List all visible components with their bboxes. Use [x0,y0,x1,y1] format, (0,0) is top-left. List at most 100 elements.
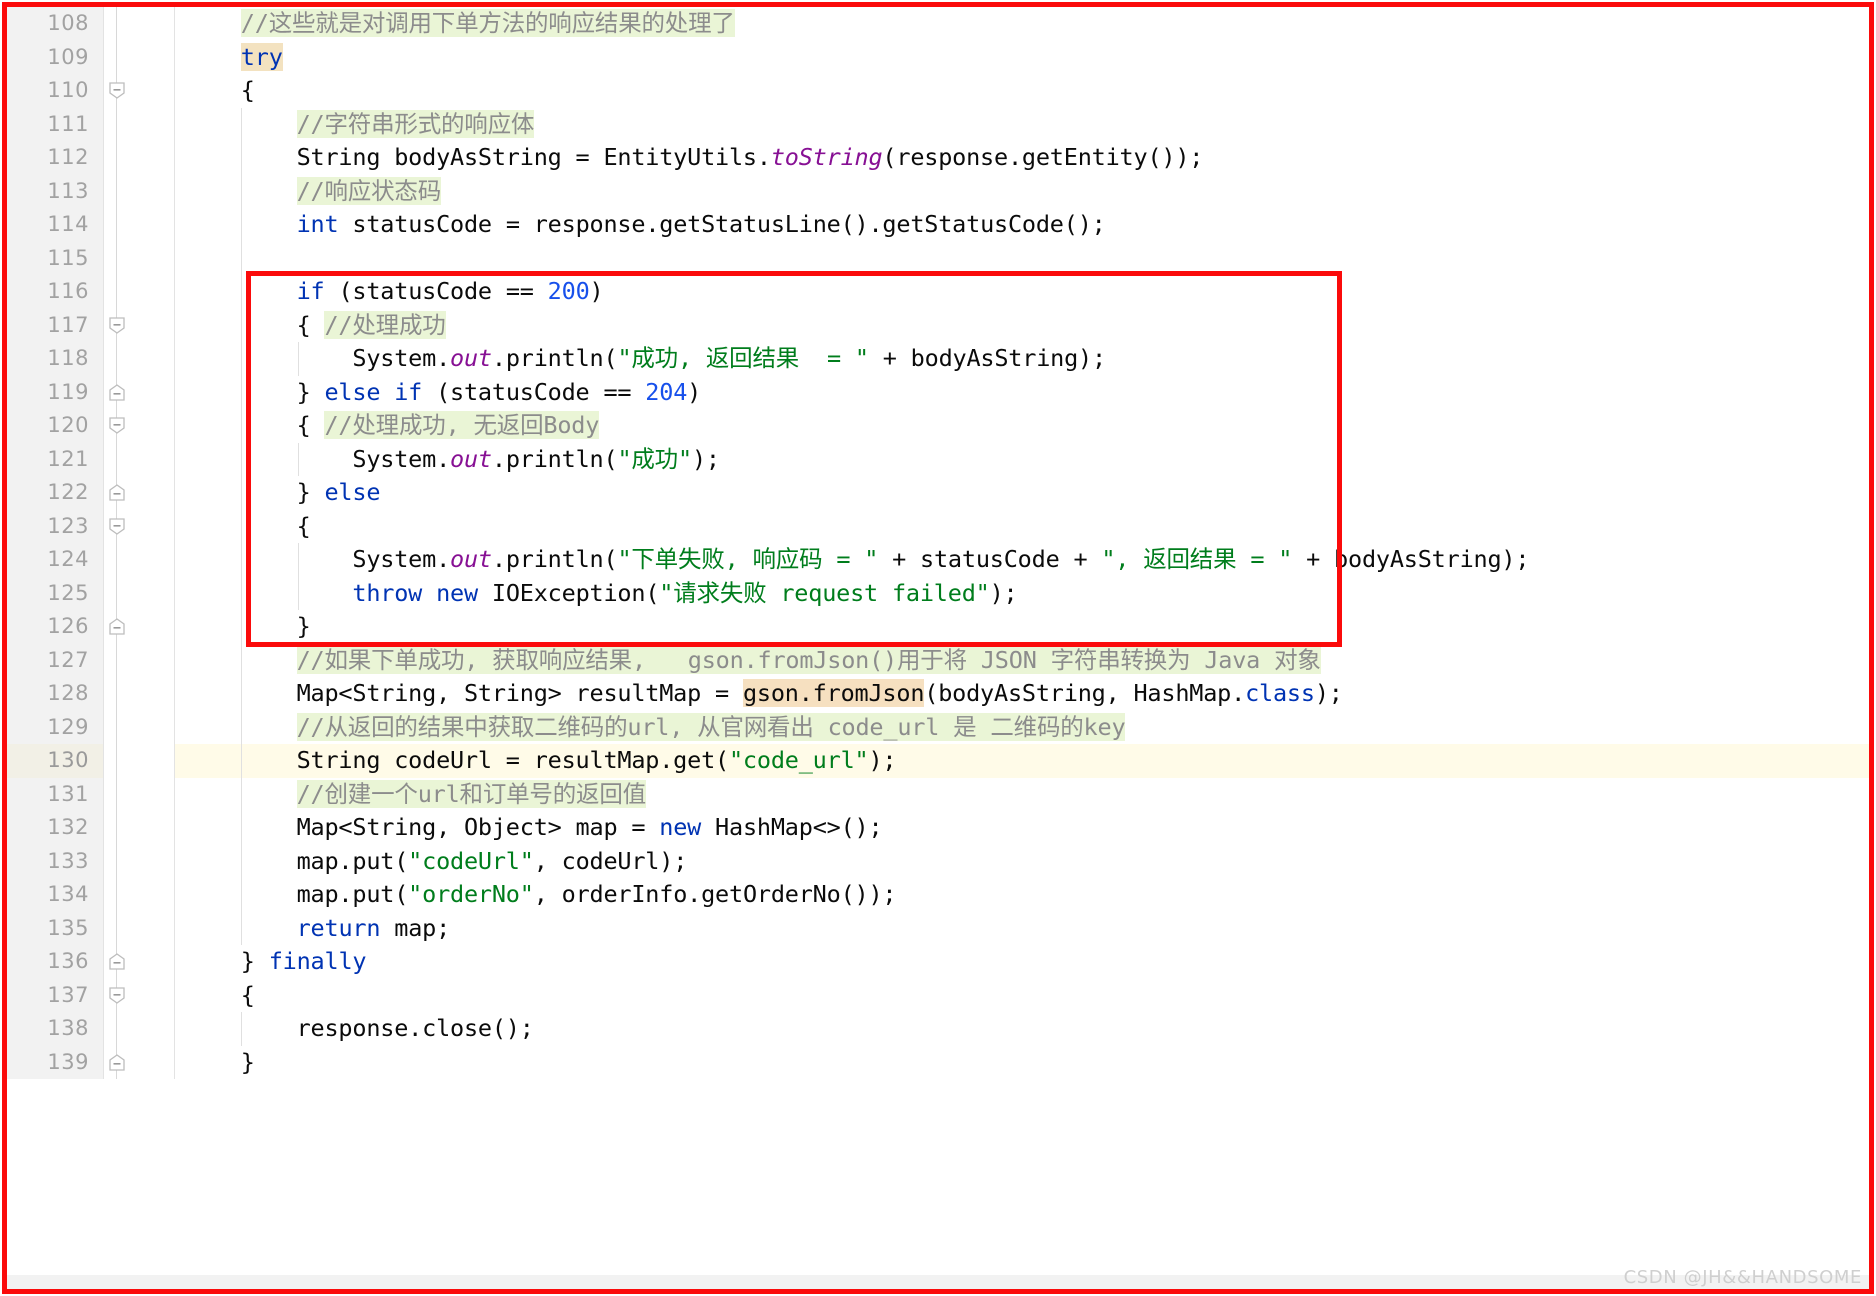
code-line[interactable]: 112 String bodyAsString = EntityUtils.to… [7,141,1869,175]
fold-column[interactable] [104,1012,174,1046]
line-number[interactable]: 121 [7,442,103,476]
code-line[interactable]: 126 } [7,610,1869,644]
line-number[interactable]: 122 [7,476,103,510]
line-number[interactable]: 139 [7,1045,103,1079]
fold-column[interactable] [104,576,174,610]
fold-column[interactable] [104,543,174,577]
fold-column[interactable] [104,308,174,342]
fold-column[interactable] [104,442,174,476]
line-number[interactable]: 116 [7,275,103,309]
code-text[interactable]: { [175,510,311,544]
fold-column[interactable] [104,174,174,208]
code-line[interactable]: 109 try [7,40,1869,75]
fold-column[interactable] [104,844,174,878]
code-text[interactable] [175,242,185,276]
code-text[interactable]: System.out.println("成功"); [175,443,720,477]
fold-column[interactable] [104,710,174,744]
line-number[interactable]: 126 [7,610,103,644]
fold-column[interactable] [104,241,174,275]
code-text[interactable]: } finally [175,945,367,979]
code-text[interactable]: response.close(); [175,1012,534,1046]
line-number[interactable]: 114 [7,208,103,242]
fold-minus-up-icon[interactable] [109,383,125,401]
line-number[interactable]: 127 [7,643,103,677]
line-number[interactable]: 111 [7,107,103,141]
code-text[interactable]: Map<String, String> resultMap = gson.fro… [175,677,1343,711]
code-editor[interactable]: 108 //这些就是对调用下单方法的响应结果的处理了 109 try 110 {11… [7,7,1869,1289]
code-line[interactable]: 115 [7,241,1869,276]
code-line[interactable]: 120 { //处理成功, 无返回Body [7,409,1869,443]
fold-column[interactable] [104,74,174,108]
code-line[interactable]: 110 { [7,74,1869,108]
code-line[interactable]: 116 if (statusCode == 200) [7,275,1869,309]
fold-minus-up-icon[interactable] [109,484,125,501]
code-line[interactable]: 139 } [7,1045,1869,1080]
code-line[interactable]: 123 { [7,509,1869,544]
fold-column[interactable] [104,978,174,1012]
code-line[interactable]: 132 Map<String, Object> map = new HashMa… [7,811,1869,845]
code-line[interactable]: 136 } finally [7,945,1869,979]
code-line[interactable]: 113 //响应状态码 [7,174,1869,209]
fold-column[interactable] [104,945,174,979]
code-text[interactable]: map.put("codeUrl", codeUrl); [175,845,688,879]
fold-minus-up-icon[interactable] [109,953,125,970]
code-text[interactable]: { //处理成功, 无返回Body [175,409,599,443]
code-text[interactable]: //如果下单成功, 获取响应结果, gson.fromJson()用于将 JSO… [175,644,1321,678]
code-text[interactable]: return map; [175,912,451,946]
fold-column[interactable] [104,208,174,242]
code-line[interactable]: 108 //这些就是对调用下单方法的响应结果的处理了 [7,7,1869,41]
fold-column[interactable] [104,777,174,811]
code-text[interactable]: //字符串形式的响应体 [175,108,534,142]
line-number[interactable]: 129 [7,710,103,744]
line-number[interactable]: 120 [7,409,103,443]
line-number[interactable]: 124 [7,543,103,577]
code-text[interactable]: //创建一个url和订单号的返回值 [175,778,646,812]
code-text[interactable]: //从返回的结果中获取二维码的url, 从官网看出 code_url 是 二维码… [175,711,1126,745]
line-number[interactable]: 137 [7,978,103,1012]
code-text[interactable]: try [175,41,283,75]
code-line[interactable]: 122 } else [7,476,1869,510]
code-text[interactable]: String codeUrl = resultMap.get("code_url… [175,744,897,778]
line-number[interactable]: 109 [7,40,103,74]
line-number[interactable]: 110 [7,74,103,108]
line-number[interactable]: 134 [7,878,103,912]
fold-column[interactable] [104,911,174,945]
code-text[interactable]: System.out.println("成功, 返回结果 = " + bodyA… [175,342,1106,376]
fold-column[interactable] [104,40,174,74]
code-line[interactable]: 121 System.out.println("成功"); [7,442,1869,477]
line-number[interactable]: 118 [7,342,103,376]
fold-column[interactable] [104,342,174,376]
line-number[interactable]: 113 [7,174,103,208]
line-number[interactable]: 119 [7,375,103,409]
code-line[interactable]: 124 System.out.println("下单失败, 响应码 = " + … [7,543,1869,577]
line-number[interactable]: 128 [7,677,103,711]
code-line[interactable]: 135 return map; [7,911,1869,946]
code-text[interactable]: { //处理成功 [175,309,446,343]
line-number[interactable]: 117 [7,308,103,342]
code-line[interactable]: 111 //字符串形式的响应体 [7,107,1869,142]
code-text[interactable]: { [175,74,255,108]
fold-minus-down-icon[interactable] [109,517,125,535]
fold-column[interactable] [104,476,174,510]
fold-column[interactable] [104,7,174,41]
fold-column[interactable] [104,509,174,543]
code-line[interactable]: 119 } else if (statusCode == 204) [7,375,1869,409]
code-text[interactable]: Map<String, Object> map = new HashMap<>(… [175,811,883,845]
code-text[interactable]: } [175,1046,255,1080]
code-line[interactable]: 133 map.put("codeUrl", codeUrl); [7,844,1869,879]
fold-column[interactable] [104,375,174,409]
line-number[interactable]: 136 [7,945,103,979]
code-line[interactable]: 114 int statusCode = response.getStatusL… [7,208,1869,242]
code-text[interactable]: map.put("orderNo", orderInfo.getOrderNo(… [175,878,897,912]
code-line[interactable]: 138 response.close(); [7,1012,1869,1046]
code-text[interactable]: //响应状态码 [175,175,441,209]
code-line[interactable]: 131 //创建一个url和订单号的返回值 [7,777,1869,812]
fold-column[interactable] [104,677,174,711]
code-text[interactable]: //这些就是对调用下单方法的响应结果的处理了 [175,7,735,41]
fold-column[interactable] [104,409,174,443]
fold-column[interactable] [104,107,174,141]
code-line[interactable]: 127 //如果下单成功, 获取响应结果, gson.fromJson()用于将… [7,643,1869,678]
fold-column[interactable] [104,141,174,175]
line-number[interactable]: 135 [7,911,103,945]
code-text[interactable]: } [175,610,311,644]
